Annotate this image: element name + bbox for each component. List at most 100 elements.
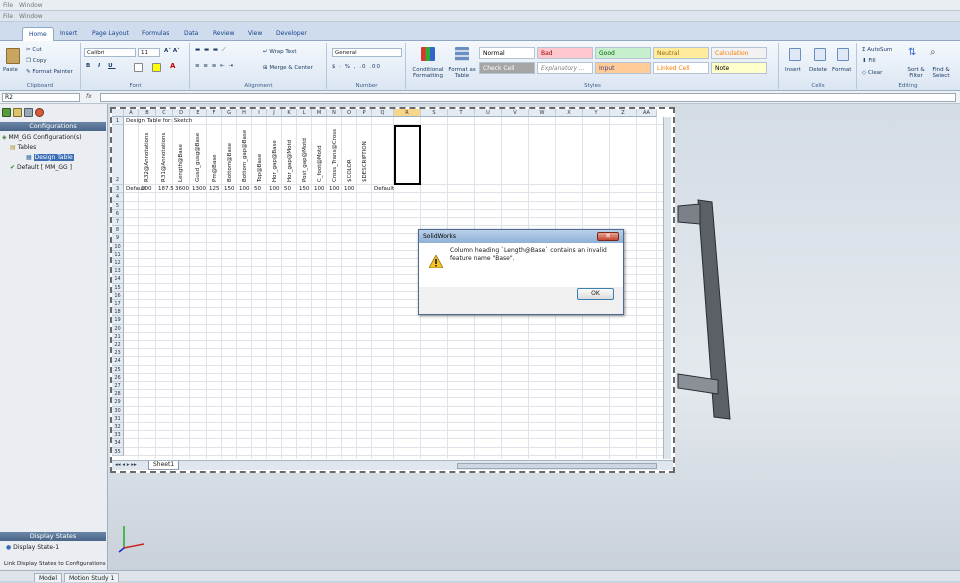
format-table-button[interactable]: Format as Table	[447, 67, 477, 79]
style-calculation[interactable]: Calculation	[711, 47, 767, 59]
paste-button[interactable]: Paste	[3, 67, 18, 73]
row-header[interactable]: 10	[112, 242, 124, 251]
dialog-close-button[interactable]: ✕	[597, 232, 619, 241]
row-header[interactable]: 26	[112, 373, 124, 382]
conditional-formatting-button[interactable]: Conditional Formatting	[409, 67, 447, 79]
column-header[interactable]: G	[222, 109, 237, 117]
number-format-icons[interactable]: $ · % , .0 .00	[332, 64, 381, 70]
tab-developer[interactable]: Developer	[270, 27, 313, 41]
row-header[interactable]: 7	[112, 218, 124, 227]
column-header[interactable]: Z	[610, 109, 637, 117]
number-format-combo[interactable]: General	[332, 48, 402, 57]
tree-item-design-table[interactable]: ▦ Design Table	[26, 154, 74, 161]
style-neutral[interactable]: Neutral	[653, 47, 709, 59]
row-header[interactable]: 24	[112, 357, 124, 366]
vertical-align-icons[interactable]: ▬ ▬ ▬ ⟋	[195, 47, 227, 54]
column-heading-cell[interactable]: R32@Annotations	[144, 133, 150, 182]
row-header[interactable]: 1	[112, 117, 124, 126]
column-heading-cell[interactable]: Cross_Trans@Cross	[332, 129, 338, 182]
row-header[interactable]: 35	[112, 447, 124, 456]
column-header[interactable]: U	[475, 109, 502, 117]
row-header[interactable]: 33	[112, 431, 124, 440]
column-header[interactable]: O	[342, 109, 357, 117]
ok-button[interactable]: OK	[577, 288, 614, 300]
column-heading-cell[interactable]: Hor_gap@Motd	[287, 140, 293, 182]
vertical-scrollbar[interactable]	[663, 117, 671, 459]
column-header[interactable]: D	[173, 109, 190, 117]
fill-button[interactable]: ⬇ Fill	[862, 58, 876, 64]
row-header[interactable]: 25	[112, 365, 124, 374]
column-heading-cell[interactable]: C_foot@Motd	[317, 146, 323, 183]
tab-review[interactable]: Review	[207, 27, 240, 41]
row-header[interactable]: 22	[112, 341, 124, 350]
column-heading-cell[interactable]: Post_gap@Motd	[302, 138, 308, 182]
column-heading-cell[interactable]: $COLOR	[347, 160, 353, 183]
column-header[interactable]: F	[207, 109, 222, 117]
tree-item-default[interactable]: ✔ Default [ MM_GG ]	[10, 164, 72, 171]
style-check-cell[interactable]: Check Cell	[479, 62, 535, 74]
column-header[interactable]: E	[190, 109, 207, 117]
font-color-icon[interactable]: A	[170, 62, 175, 70]
row-header[interactable]: 13	[112, 267, 124, 276]
column-header[interactable]: C	[156, 109, 173, 117]
style-linked-cell[interactable]: Linked Cell	[653, 62, 709, 74]
fx-icon[interactable]: fx	[86, 93, 92, 100]
row-header[interactable]: 9	[112, 234, 124, 243]
column-header[interactable]: I	[252, 109, 267, 117]
row-header[interactable]: 18	[112, 308, 124, 317]
column-header[interactable]: AA	[637, 109, 657, 117]
column-header[interactable]: P	[357, 109, 372, 117]
model-frame-graphic[interactable]	[668, 194, 960, 424]
wrap-text-button[interactable]: ↵ Wrap Text	[263, 49, 297, 55]
column-heading-cell[interactable]: Gusd_gusg@Base	[195, 133, 201, 182]
tab-page-layout[interactable]: Page Layout	[86, 27, 135, 41]
binoculars-icon[interactable]: ⌕	[930, 47, 936, 58]
name-box[interactable]: R2	[2, 93, 80, 102]
style-explanatory[interactable]: Explanatory ...	[537, 62, 593, 74]
column-header[interactable]: H	[237, 109, 252, 117]
format-button[interactable]: Format	[832, 67, 851, 73]
display-state-item[interactable]: ● Display State-1	[6, 544, 59, 551]
style-good[interactable]: Good	[595, 47, 651, 59]
clear-button[interactable]: ◇ Clear	[862, 70, 882, 76]
row-header[interactable]: 34	[112, 439, 124, 448]
merge-center-button[interactable]: ⊞ Merge & Center	[263, 65, 313, 71]
row-header[interactable]: 15	[112, 283, 124, 292]
column-header[interactable]: Q	[372, 109, 394, 117]
column-heading-cell[interactable]: Hor_gap@Base	[272, 140, 278, 182]
style-input[interactable]: Input	[595, 62, 651, 74]
column-header[interactable]: L	[297, 109, 312, 117]
column-header[interactable]: X	[556, 109, 583, 117]
row-header[interactable]: 16	[112, 291, 124, 300]
column-heading-cell[interactable]: Bottom_gap@Base	[242, 130, 248, 182]
column-heading-cell[interactable]: Bottom@Base	[227, 143, 233, 182]
style-bad[interactable]: Bad	[537, 47, 593, 59]
copy-button[interactable]: ❐ Copy	[26, 58, 47, 64]
row-header[interactable]: 28	[112, 390, 124, 399]
sort-filter-button[interactable]: Sort & Filter	[905, 67, 927, 79]
cut-button[interactable]: ✂ Cut	[26, 47, 42, 53]
insert-cells-icon[interactable]	[789, 48, 801, 61]
style-note[interactable]: Note	[711, 62, 767, 74]
font-size-combo[interactable]: 11	[138, 48, 160, 57]
column-header[interactable]: T	[448, 109, 475, 117]
row-header[interactable]: 32	[112, 423, 124, 432]
row-header[interactable]: 19	[112, 316, 124, 325]
row-header[interactable]: 2	[112, 125, 124, 186]
menu-window[interactable]: Window	[16, 0, 46, 11]
tree-item-root[interactable]: ◈ MM_GG Configuration(s)	[2, 134, 82, 141]
row-header[interactable]: 31	[112, 414, 124, 423]
row-header[interactable]: 14	[112, 275, 124, 284]
row-header[interactable]: 6	[112, 209, 124, 218]
row-header[interactable]: 30	[112, 406, 124, 415]
row-header[interactable]: 23	[112, 349, 124, 358]
delete-button[interactable]: Delete	[809, 67, 827, 73]
row-header[interactable]: 29	[112, 398, 124, 407]
grow-font-icon[interactable]: A˄ A˅	[164, 48, 180, 54]
column-heading-cell[interactable]: $DESCRIPTION	[362, 141, 368, 182]
column-header[interactable]: M	[312, 109, 327, 117]
row-header[interactable]: 5	[112, 201, 124, 210]
column-header[interactable]: R	[394, 109, 421, 117]
style-normal[interactable]: Normal	[479, 47, 535, 59]
horizontal-scrollbar[interactable]	[457, 463, 657, 469]
